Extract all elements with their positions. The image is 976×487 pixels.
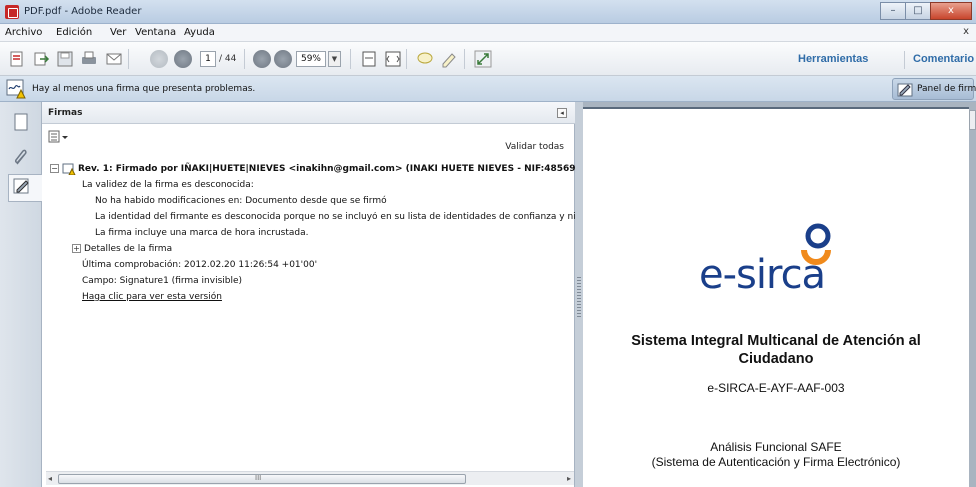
signatures-panel-title: Firmas: [48, 108, 83, 118]
options-menu-icon[interactable]: [48, 130, 70, 144]
signature-last-check: Última comprobación: 2012.02.20 11:26:54…: [82, 260, 318, 270]
view-signed-version-link[interactable]: Haga clic para ver esta versión: [82, 292, 222, 302]
navigation-rail: [0, 102, 43, 487]
previous-page-icon[interactable]: [150, 50, 168, 68]
signature-details[interactable]: Detalles de la firma: [84, 244, 172, 254]
save-icon[interactable]: [56, 50, 74, 68]
collapse-tree-icon[interactable]: −: [50, 164, 59, 173]
validate-all-link[interactable]: Validar todas: [505, 142, 564, 152]
toolbar-separator: [904, 51, 905, 69]
signature-timestamp: La firma incluye una marca de hora incru…: [95, 228, 309, 238]
document-title-line2: Ciudadano: [738, 351, 814, 367]
zoom-level-input[interactable]: 59%: [296, 51, 326, 67]
attachments-icon[interactable]: [6, 144, 36, 172]
toolbar: 1 / 44 59% ▼ Herramientas Comentario: [0, 42, 976, 76]
document-area: e-sirca Sistema Integral Multicanal de A…: [583, 102, 976, 487]
window-controls: – □ x: [880, 2, 972, 20]
e-sirca-logo-mark: e-sirca: [699, 223, 831, 298]
toolbar-separator: [406, 49, 407, 69]
scrollbar-grip: III: [255, 474, 262, 482]
menu-ver[interactable]: Ver: [110, 27, 126, 38]
e-sirca-logo: e-sirca: [697, 222, 857, 302]
document-code: e-SIRCA-E-AYF-AAF-003: [707, 381, 845, 395]
menu-archivo[interactable]: Archivo: [5, 27, 42, 38]
signature-no-changes: No ha habido modificaciones en: Document…: [95, 196, 387, 206]
pdf-page: e-sirca Sistema Integral Multicanal de A…: [583, 107, 969, 487]
zoom-out-icon[interactable]: [253, 50, 271, 68]
warning-message: Hay al menos una firma que presenta prob…: [32, 84, 256, 94]
signatures-panel-header: Firmas ◂: [42, 102, 575, 124]
page-total: / 44: [219, 54, 237, 64]
document-title-line1: Sistema Integral Multicanal de Atención …: [631, 333, 921, 349]
minimize-button[interactable]: –: [880, 2, 906, 20]
print-icon[interactable]: [80, 50, 98, 68]
scroll-left-icon[interactable]: ◂: [48, 474, 52, 483]
highlight-icon[interactable]: [440, 50, 458, 68]
signatures-tab[interactable]: [8, 174, 43, 202]
document-vertical-scrollbar[interactable]: [969, 110, 976, 130]
title-bar: PDF.pdf - Adobe Reader – □ x: [0, 0, 976, 24]
menu-bar: Archivo Edición Ver Ventana Ayuda x: [0, 24, 976, 42]
signatures-panel: Firmas ◂ Validar todas − Rev. 1: Firmado…: [42, 102, 606, 487]
signature-warning-bar: Hay al menos una firma que presenta prob…: [0, 76, 976, 102]
signature-identity: La identidad del firmante es desconocida…: [95, 212, 575, 222]
signature-validity: La validez de la firma es desconocida:: [82, 180, 254, 190]
signature-pen-icon: [897, 83, 913, 97]
splitter-grip: [577, 277, 581, 317]
adobe-reader-icon: [5, 5, 19, 19]
logo-wordmark: e-sirca: [699, 252, 825, 298]
tools-link[interactable]: Herramientas: [798, 53, 868, 65]
signature-panel-button[interactable]: Panel de firma: [892, 78, 976, 100]
comment-link[interactable]: Comentario: [913, 53, 974, 65]
toolbar-separator: [128, 49, 129, 69]
fullscreen-icon[interactable]: [474, 50, 492, 68]
zoom-in-icon[interactable]: [274, 50, 292, 68]
create-pdf-icon[interactable]: [8, 50, 26, 68]
menu-ventana[interactable]: Ventana: [135, 27, 176, 38]
fit-page-icon[interactable]: [360, 50, 378, 68]
toolbar-separator: [350, 49, 351, 69]
scrollbar-thumb[interactable]: III: [58, 474, 466, 484]
email-icon[interactable]: [105, 50, 123, 68]
window-title: PDF.pdf - Adobe Reader: [24, 6, 142, 17]
close-button[interactable]: x: [930, 2, 972, 20]
signatures-icon: [13, 178, 29, 194]
toolbar-separator: [464, 49, 465, 69]
collapse-panel-button[interactable]: ◂: [557, 108, 567, 118]
zoom-dropdown-chevron-icon[interactable]: ▼: [328, 51, 341, 67]
signature-panel-label: Panel de firma: [917, 84, 976, 94]
page-thumbnails-icon[interactable]: [6, 110, 36, 138]
document-title: Sistema Integral Multicanal de Atención …: [583, 332, 969, 368]
signature-problem-icon: [62, 163, 76, 175]
signature-field: Campo: Signature1 (firma invisible): [82, 276, 243, 286]
signature-revision[interactable]: Rev. 1: Firmado por IÑAKI|HUETE|NIEVES <…: [78, 164, 606, 174]
next-page-icon[interactable]: [174, 50, 192, 68]
panel-splitter[interactable]: [575, 102, 583, 487]
menu-ayuda[interactable]: Ayuda: [184, 27, 215, 38]
toolbar-separator: [244, 49, 245, 69]
menu-edicion[interactable]: Edición: [56, 27, 92, 38]
fit-width-icon[interactable]: [384, 50, 402, 68]
export-icon[interactable]: [32, 50, 50, 68]
signature-warning-icon: [6, 79, 26, 99]
page-number-input[interactable]: 1: [200, 51, 216, 67]
document-subtitle-line2: (Sistema de Autenticación y Firma Electr…: [651, 455, 901, 469]
comment-icon[interactable]: [416, 50, 434, 68]
close-document-button[interactable]: x: [963, 26, 969, 37]
document-subtitle-line1: Análisis Funcional SAFE: [710, 440, 842, 454]
horizontal-scrollbar[interactable]: ◂ III ▸: [46, 471, 574, 485]
expand-details-icon[interactable]: +: [72, 244, 81, 253]
scroll-right-icon[interactable]: ▸: [567, 474, 571, 483]
maximize-button[interactable]: □: [905, 2, 931, 20]
